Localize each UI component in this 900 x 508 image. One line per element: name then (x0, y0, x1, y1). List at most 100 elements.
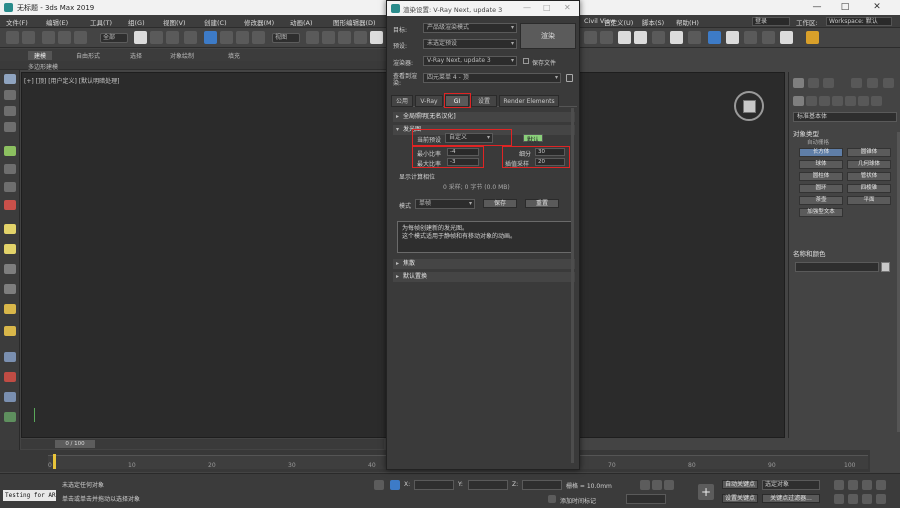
torus-button[interactable]: 圆环 (799, 184, 843, 193)
modify-tab-icon[interactable] (808, 78, 819, 88)
current-frame-marker[interactable] (53, 454, 56, 469)
render-setup-icon[interactable] (708, 31, 721, 44)
ribbon-tab-modeling[interactable]: 建模 (28, 51, 53, 60)
selection-lock-icon[interactable] (390, 480, 400, 490)
gi-rollout-header[interactable]: 全局照明[无名汉化] (393, 112, 575, 122)
isolate-selection-icon[interactable] (374, 480, 384, 490)
mirror-icon[interactable] (584, 31, 597, 44)
unlink-icon[interactable] (58, 31, 71, 44)
zoom-extents-all-icon[interactable] (876, 480, 886, 490)
material-editor-icon[interactable] (688, 31, 701, 44)
motion-tab-icon[interactable] (851, 78, 862, 88)
object-name-field[interactable] (795, 262, 879, 272)
dialog-title-bar[interactable]: 渲染设置: V-Ray Next, update 3 — □ ✕ (387, 1, 579, 16)
tab-vray[interactable]: V-Ray (415, 95, 443, 107)
selected-object-dropdown[interactable]: 选定对象 (762, 480, 820, 490)
menu-scripting[interactable]: 脚本(S) (642, 17, 664, 27)
list-tool-icon[interactable] (4, 122, 16, 132)
dialog-close-icon[interactable]: ✕ (564, 3, 571, 12)
pivot-center-icon[interactable] (306, 31, 319, 44)
ribbon-tab-freeform[interactable]: 自由形式 (76, 51, 100, 60)
menu-group[interactable]: 组(G) (128, 17, 145, 27)
geometry-tool-icon[interactable] (4, 146, 16, 156)
tube-button[interactable]: 管状体 (847, 172, 891, 181)
cone-button[interactable]: 圆锥体 (847, 148, 891, 157)
time-slider-thumb[interactable]: 0 / 100 (55, 440, 95, 448)
zoom-icon[interactable] (834, 480, 844, 490)
goto-start-icon[interactable] (640, 480, 650, 490)
object-tool-icon[interactable] (4, 90, 16, 100)
lights-category-icon[interactable] (819, 96, 830, 106)
dialog-minimize-icon[interactable]: — (523, 3, 531, 12)
brush-tool-icon[interactable] (4, 372, 16, 382)
show-calc-phase-label[interactable]: 显示计算相位 (399, 172, 435, 181)
redo-icon[interactable] (22, 31, 35, 44)
tab-render-elements[interactable]: Render Elements (499, 95, 559, 107)
zoom-all-icon[interactable] (848, 480, 858, 490)
rendered-frame-window-icon[interactable] (726, 31, 739, 44)
save-file-checkbox[interactable] (523, 58, 529, 64)
menu-modifiers[interactable]: 修改器(M) (244, 17, 274, 27)
name-color-rollout[interactable]: 名称和颜色 (793, 248, 897, 258)
auto-grid-checkbox[interactable]: 自动栅格 (807, 138, 900, 147)
minimize-button[interactable]: — (806, 1, 828, 14)
menu-file[interactable]: 文件(F) (6, 17, 28, 27)
play-icon[interactable] (652, 480, 662, 490)
view-to-render-dropdown[interactable]: 四元菜单 4 - 顶 (423, 73, 561, 83)
select-by-name-icon[interactable] (150, 31, 163, 44)
display-tool-icon[interactable] (4, 326, 16, 336)
renderer-dropdown[interactable]: V-Ray Next, update 3 (423, 56, 517, 66)
bind-spacewarp-icon[interactable] (74, 31, 87, 44)
pan-icon[interactable] (848, 494, 858, 504)
geometry-category-icon[interactable] (793, 96, 804, 106)
x-coord-field[interactable] (414, 480, 454, 490)
menu-tools[interactable]: 工具(T) (90, 17, 112, 27)
align-icon[interactable] (600, 31, 613, 44)
menu-animation[interactable]: 动画(A) (290, 17, 313, 27)
menu-edit[interactable]: 编辑(E) (46, 17, 68, 27)
helper-tool-icon[interactable] (4, 224, 16, 234)
user-signin-field[interactable]: 登录 (752, 17, 790, 26)
light-tool-icon[interactable] (4, 182, 16, 192)
menu-help[interactable]: 帮助(H) (676, 17, 699, 27)
scene-tool-icon[interactable] (4, 106, 16, 116)
angle-snap-icon[interactable] (370, 31, 383, 44)
set-key-button[interactable]: 设置关键点 (722, 494, 758, 503)
goto-end-icon[interactable] (664, 480, 674, 490)
hierarchy-tool-icon[interactable] (4, 284, 16, 294)
window-crossing-icon[interactable] (184, 31, 197, 44)
select-move-icon[interactable] (204, 31, 217, 44)
box-button[interactable]: 长方体 (799, 148, 843, 157)
spacewarp-tool-icon[interactable] (4, 244, 16, 254)
curve-editor-icon[interactable] (652, 31, 665, 44)
place-icon[interactable] (252, 31, 265, 44)
systems-category-icon[interactable] (871, 96, 882, 106)
ribbon-tab-object-paint[interactable]: 对象绘制 (170, 51, 194, 60)
reset-map-button[interactable]: 重置 (525, 199, 559, 208)
cameras-category-icon[interactable] (832, 96, 843, 106)
z-coord-field[interactable] (522, 480, 562, 490)
ribbon-tab-populate[interactable]: 填充 (228, 51, 240, 60)
viewport-label[interactable]: [+] [顶] [用户定义] [默认明暗处理] (24, 76, 119, 85)
menu-graph-editors[interactable]: 图形编辑器(D) (333, 17, 376, 27)
auto-key-button[interactable]: 自动关键点 (722, 480, 758, 489)
render-production-icon[interactable] (744, 31, 757, 44)
default-displacement-rollout-header[interactable]: 默认置换 (393, 272, 575, 282)
select-object-icon[interactable] (134, 31, 147, 44)
undo-icon[interactable] (6, 31, 19, 44)
menu-customize[interactable]: 自定义(U) (604, 17, 633, 27)
zoom-extents-icon[interactable] (862, 480, 872, 490)
mode-dropdown[interactable]: 单帧 (415, 199, 475, 209)
system-tool-icon[interactable] (4, 264, 16, 274)
object-type-rollout[interactable]: 对象类型 (793, 128, 897, 138)
save-map-button[interactable]: 保存 (483, 199, 517, 208)
time-slider[interactable]: 0 / 100 (21, 439, 384, 449)
geosphere-button[interactable]: 几何球体 (847, 160, 891, 169)
shape-tool-icon[interactable] (4, 164, 16, 174)
motion-tool-icon[interactable] (4, 304, 16, 314)
ribbon-polygon-modeling-label[interactable]: 多边形建模 (28, 62, 58, 71)
tab-settings[interactable]: 设置 (471, 95, 497, 107)
utilities-tab-icon[interactable] (883, 78, 894, 88)
set-key-icon[interactable]: + (698, 484, 714, 500)
menu-create[interactable]: 创建(C) (204, 17, 227, 27)
